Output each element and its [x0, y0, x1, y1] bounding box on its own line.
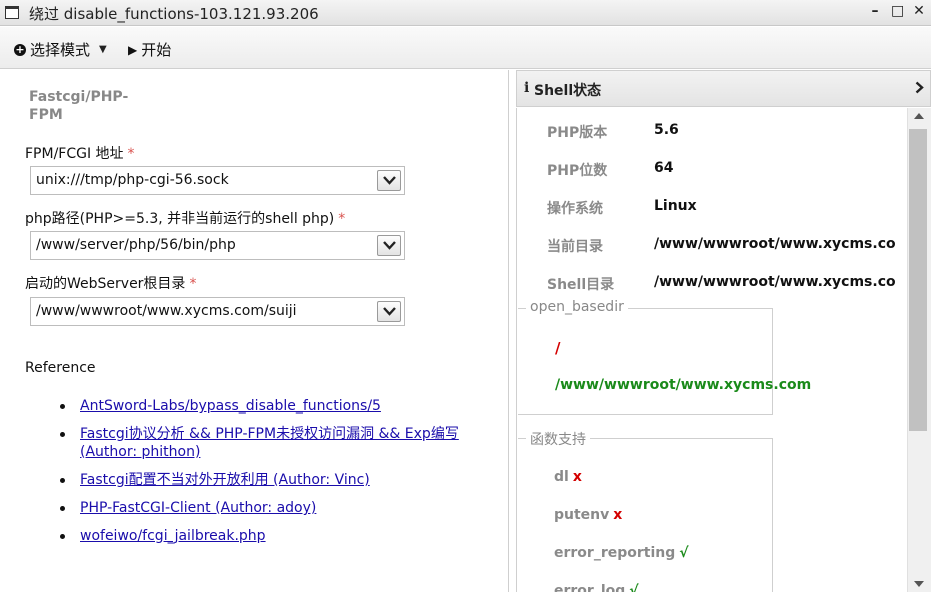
bullet-icon — [60, 478, 65, 483]
title-bar: 绕过 disable_functions-103.121.93.206 – □ … — [0, 0, 931, 26]
minimize-button[interactable]: – — [869, 3, 881, 19]
php-path-label: php路径(PHP>=5.3, 并非当前运行的shell php) * — [25, 211, 346, 227]
list-item: wofeiwo/fcgi_jailbreak.php — [60, 527, 480, 545]
open-basedir-path: /www/wwwroot/www.xycms.com — [555, 377, 812, 393]
bullet-icon — [60, 534, 65, 539]
bullet-icon — [60, 404, 65, 409]
bullet-icon — [60, 506, 65, 511]
start-button[interactable]: ▶ 开始 — [128, 39, 171, 60]
chevron-down-icon[interactable] — [377, 235, 401, 256]
select-mode-dropdown[interactable]: + 选择模式 ▼ — [14, 39, 107, 60]
config-panel: Fastcgi/PHP-FPM FPM/FCGI 地址 * unix:///tmp… — [0, 70, 509, 592]
open-basedir-legend: open_basedir — [526, 299, 628, 315]
plus-circle-icon: + — [14, 42, 26, 56]
scroll-down-icon[interactable] — [914, 581, 924, 587]
window-icon — [5, 6, 19, 19]
status-row-shell-dir: Shell目录 /www/wwwroot/www.xycms.co — [547, 274, 896, 293]
section-title: Fastcgi/PHP-FPM — [29, 89, 129, 123]
function-row-error-reporting: error_reporting √ — [554, 545, 689, 561]
check-icon: √ — [679, 545, 689, 561]
shell-status-body: PHP版本 5.6 PHP位数 64 操作系统 Linux 当前目录 /www/… — [516, 108, 931, 592]
chevron-down-icon[interactable] — [377, 170, 401, 191]
fpm-address-combo[interactable]: unix:///tmp/php-cgi-56.sock — [30, 166, 405, 195]
caret-down-icon: ▼ — [99, 44, 107, 55]
status-row-php-bits: PHP位数 64 — [547, 160, 674, 179]
shell-status-header[interactable]: i Shell状态 — [516, 70, 931, 107]
function-row-dl: dl x — [554, 469, 582, 485]
list-item: AntSword-Labs/bypass_disable_functions/5 — [60, 397, 480, 415]
webroot-combo[interactable]: /www/wwwroot/www.xycms.com/suiji — [30, 297, 405, 326]
reference-title: Reference — [25, 360, 96, 376]
bullet-icon — [60, 432, 65, 437]
reference-link[interactable]: AntSword-Labs/bypass_disable_functions/5 — [80, 398, 381, 414]
reference-link[interactable]: Fastcgi配置不当对外开放利用 (Author: Vinc) — [80, 472, 370, 488]
shell-status-title: Shell状态 — [534, 83, 602, 99]
select-mode-label: 选择模式 — [30, 41, 91, 59]
close-button[interactable]: ✕ — [913, 3, 925, 19]
required-mark: * — [338, 211, 346, 227]
scrollbar-thumb[interactable] — [909, 129, 927, 431]
play-icon: ▶ — [128, 42, 138, 57]
window-controls: – □ ✕ — [869, 3, 925, 19]
check-icon: √ — [629, 583, 639, 592]
open-basedir-group: open_basedir / /www/wwwroot/www.xycms.co… — [518, 299, 811, 415]
status-row-os: 操作系统 Linux — [547, 198, 697, 217]
list-item: Fastcgi配置不当对外开放利用 (Author: Vinc) — [60, 471, 480, 489]
required-mark: * — [189, 276, 197, 292]
vertical-scrollbar[interactable] — [907, 108, 931, 592]
toolbar: + 选择模式 ▼ ▶ 开始 — [0, 27, 931, 69]
maximize-button[interactable]: □ — [891, 3, 904, 19]
php-path-value: /www/server/php/56/bin/php — [36, 237, 236, 253]
reference-link[interactable]: Fastcgi协议分析 && PHP-FPM未授权访问漏洞 && Exp编写 (… — [80, 426, 459, 460]
required-mark: * — [127, 146, 135, 162]
cross-icon: x — [572, 469, 582, 485]
list-item: Fastcgi协议分析 && PHP-FPM未授权访问漏洞 && Exp编写 (… — [60, 425, 480, 461]
cross-icon: x — [613, 507, 623, 523]
chevron-down-icon[interactable] — [377, 301, 401, 322]
info-icon: i — [524, 80, 530, 96]
status-row-php-version: PHP版本 5.6 — [547, 122, 679, 141]
status-row-current-dir: 当前目录 /www/wwwroot/www.xycms.co — [547, 236, 896, 255]
reference-list: AntSword-Labs/bypass_disable_functions/5… — [60, 397, 480, 555]
window-title: 绕过 disable_functions-103.121.93.206 — [29, 5, 319, 23]
webroot-label: 启动的WebServer根目录 * — [25, 276, 197, 292]
scroll-up-icon[interactable] — [914, 113, 924, 119]
reference-link[interactable]: PHP-FastCGI-Client (Author: adoy) — [80, 500, 316, 516]
shell-status-panel: i Shell状态 PHP版本 5.6 PHP位数 64 操作系统 Linux … — [516, 70, 931, 592]
function-row-putenv: putenv x — [554, 507, 623, 523]
reference-link[interactable]: wofeiwo/fcgi_jailbreak.php — [80, 528, 266, 544]
function-row-error-log: error_log √ — [554, 583, 639, 592]
start-label: 开始 — [141, 41, 172, 59]
fpm-address-value: unix:///tmp/php-cgi-56.sock — [36, 172, 229, 188]
function-support-legend: 函数支持 — [526, 429, 590, 449]
open-basedir-path: / — [555, 339, 561, 357]
function-support-group: 函数支持 dl x putenv x error_reporting √ error_… — [518, 429, 773, 592]
chevron-right-icon[interactable] — [915, 81, 924, 98]
php-path-combo[interactable]: /www/server/php/56/bin/php — [30, 231, 405, 260]
webroot-value: /www/wwwroot/www.xycms.com/suiji — [36, 303, 297, 319]
fpm-address-label: FPM/FCGI 地址 * — [25, 146, 135, 162]
list-item: PHP-FastCGI-Client (Author: adoy) — [60, 499, 480, 517]
